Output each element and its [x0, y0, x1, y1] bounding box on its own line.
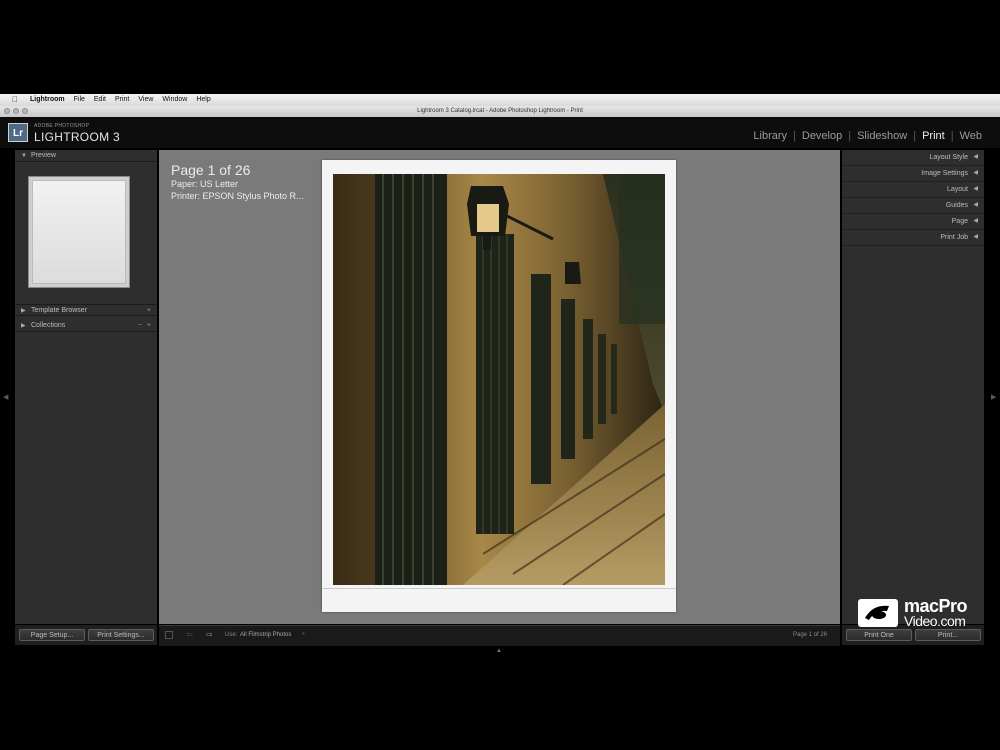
collapse-right-panel-icon[interactable]: ▶ — [991, 393, 996, 401]
previous-page-icon[interactable]: ⇦ — [186, 630, 193, 639]
page-indicator: Page 1 of 26 — [793, 632, 828, 638]
chevron-down-icon[interactable]: ÷ — [302, 632, 305, 638]
menu-view[interactable]: View — [138, 94, 153, 106]
zoom-window-icon[interactable] — [22, 108, 28, 114]
collapsed-triangle-icon: ▶ — [21, 323, 26, 329]
module-library[interactable]: Library — [747, 130, 793, 142]
minimize-window-icon[interactable] — [13, 108, 19, 114]
printer-info: Printer: EPSON Stylus Photo R... — [171, 191, 304, 201]
guides-header[interactable]: Guides ◀ — [842, 198, 984, 214]
print-toolbar: ⇦ ⇨ Use: All Filmstrip Photos ÷ Page 1 o… — [159, 625, 840, 646]
apple-icon[interactable]:  — [12, 95, 22, 105]
module-web[interactable]: Web — [954, 130, 988, 142]
lightroom-logo-icon: Lr — [8, 123, 28, 142]
print-one-button[interactable]: Print One — [846, 629, 912, 641]
window-title-bar: Lightroom 3 Catalog.lrcat - Adobe Photos… — [0, 106, 1000, 117]
print-button[interactable]: Print... — [915, 629, 981, 641]
add-template-button[interactable]: + — [147, 305, 151, 317]
right-panel: Layout Style ◀ Image Settings ◀ Layout ◀… — [842, 150, 984, 624]
layout-label: Layout — [946, 186, 968, 193]
menu-print[interactable]: Print — [115, 94, 129, 106]
photo-cell[interactable] — [333, 174, 665, 585]
page-label: Page — [951, 218, 968, 225]
collapsed-triangle-icon: ◀ — [973, 218, 978, 224]
page-preview-paper — [32, 180, 126, 284]
collapse-left-panel-icon[interactable]: ◀ — [3, 393, 8, 401]
module-develop[interactable]: Develop — [796, 130, 848, 142]
menu-edit[interactable]: Edit — [94, 94, 106, 106]
print-job-label: Print Job — [940, 234, 968, 241]
module-print[interactable]: Print — [916, 130, 951, 142]
page-count: Page 1 of 26 — [171, 162, 251, 178]
preview-label: Preview — [31, 152, 56, 159]
add-collection-button[interactable]: + — [147, 320, 151, 332]
stop-square-icon[interactable] — [165, 631, 173, 639]
watermark-line2: Video.com — [904, 613, 966, 629]
collections-label: Collections — [31, 322, 66, 329]
menu-help[interactable]: Help — [196, 94, 210, 106]
image-settings-label: Image Settings — [921, 170, 968, 177]
window-title: Lightroom 3 Catalog.lrcat - Adobe Photos… — [417, 108, 583, 114]
collapsed-triangle-icon: ◀ — [973, 154, 978, 160]
menu-file[interactable]: File — [74, 94, 85, 106]
layout-style-label: Layout Style — [929, 154, 968, 161]
collapsed-triangle-icon: ◀ — [973, 186, 978, 192]
window-controls — [4, 108, 28, 114]
close-window-icon[interactable] — [4, 108, 10, 114]
guides-label: Guides — [945, 202, 968, 209]
template-browser-header[interactable]: ▶ Template Browser + — [15, 304, 157, 316]
collapsed-triangle-icon: ◀ — [973, 202, 978, 208]
menu-window[interactable]: Window — [162, 94, 187, 106]
margin-guide — [322, 588, 676, 589]
collapsed-triangle-icon: ▶ — [21, 308, 26, 314]
expanded-triangle-icon: ▼ — [21, 153, 27, 159]
page-header[interactable]: Page ◀ — [842, 214, 984, 230]
street-photo-image — [333, 174, 665, 585]
menu-lightroom[interactable]: Lightroom — [30, 94, 65, 106]
use-dropdown[interactable]: All Filmstrip Photos — [240, 632, 291, 638]
brand-subtitle: ADOBE PHOTOSHOP — [34, 123, 90, 129]
page-info-overlay: Page 1 of 26 Paper: US Letter Printer: E… — [171, 162, 304, 202]
collapsed-triangle-icon: ◀ — [973, 170, 978, 176]
remove-collection-button[interactable]: − — [138, 320, 142, 332]
left-bottom-bar: Page Setup... Print Settings... — [15, 625, 157, 645]
collapsed-triangle-icon: ◀ — [973, 234, 978, 240]
print-job-header[interactable]: Print Job ◀ — [842, 230, 984, 246]
collections-header[interactable]: ▶ Collections − + — [15, 320, 157, 332]
collapse-bottom-panel-icon[interactable]: ▲ — [496, 648, 502, 654]
macprovideo-logo-icon — [857, 598, 899, 628]
module-slideshow[interactable]: Slideshow — [851, 130, 913, 142]
layout-style-header[interactable]: Layout Style ◀ — [842, 150, 984, 166]
brand-title: LIGHTROOM 3 — [34, 130, 120, 144]
image-settings-header[interactable]: Image Settings ◀ — [842, 166, 984, 182]
next-page-icon[interactable]: ⇨ — [206, 630, 213, 639]
paper-info: Paper: US Letter — [171, 179, 239, 189]
module-picker: Library | Develop | Slideshow | Print | … — [747, 130, 988, 142]
page-setup-button[interactable]: Page Setup... — [19, 629, 85, 641]
template-browser-label: Template Browser — [31, 307, 88, 314]
preview-panel-header[interactable]: ▼ Preview — [15, 150, 157, 162]
print-settings-button[interactable]: Print Settings... — [88, 629, 154, 641]
layout-header[interactable]: Layout ◀ — [842, 182, 984, 198]
use-label: Use: — [225, 632, 238, 638]
